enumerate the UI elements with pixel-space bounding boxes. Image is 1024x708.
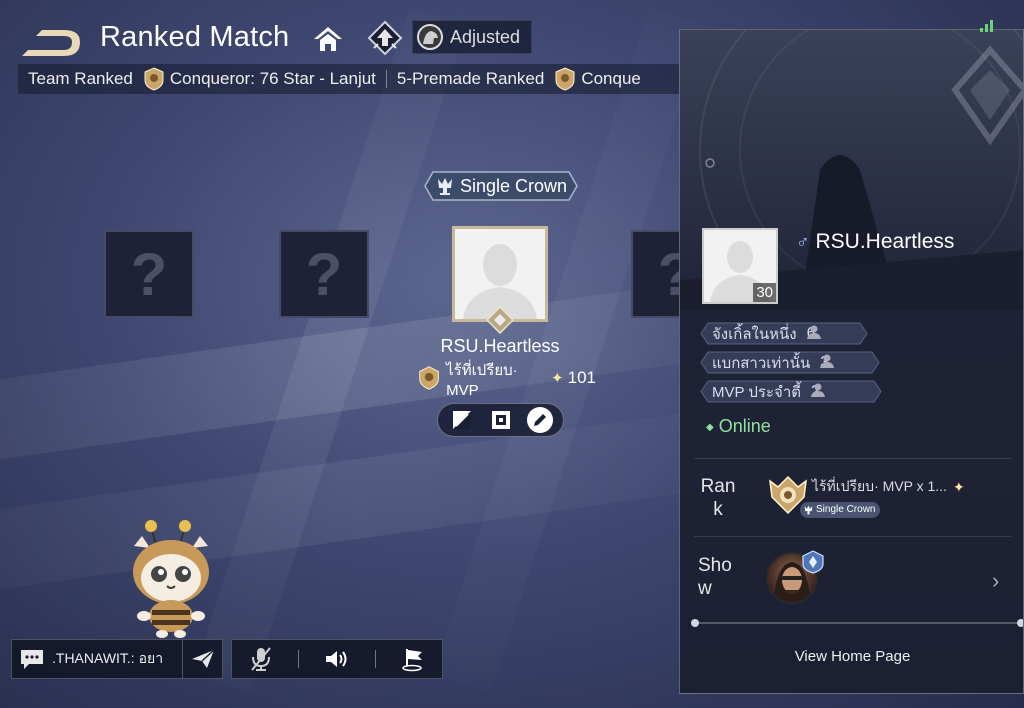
rank-summary-bar: Team Ranked Conqueror: 76 Star - Lanjut … [18,64,680,94]
question-mark-icon: ? [130,240,168,308]
signal-icon [980,20,993,32]
question-mark-icon: ? [305,240,343,308]
rank-text: ไร้ที่เปรียบ· MVP x 1... [812,478,947,494]
speaker-icon [325,651,347,667]
chat-button[interactable] [12,640,52,678]
tag-count: 2 [811,383,825,401]
crown-icon [804,505,813,515]
profile-name-row: ♂ RSU.Heartless [796,230,954,254]
profile-avatar[interactable]: 30 [702,228,778,304]
star-icon: ✦ [952,478,965,495]
rank-points: 101 [567,368,596,387]
show-label: Sho w [698,555,732,599]
skin-button[interactable] [449,407,475,433]
profile-panel: 30 ♂ RSU.Heartless จังเกิ้ลในหนึ่ง 6 แบก… [679,29,1024,694]
speaker-toggle[interactable] [317,641,357,677]
divider [374,650,376,668]
empty-slot[interactable]: ? [104,230,194,318]
profile-level: 30 [753,283,776,302]
status-dot-icon: ◆ [706,421,714,433]
flag-button[interactable] [393,641,433,677]
mastery-badge-icon [802,550,824,574]
online-status: ◆ Online [706,416,771,436]
home-icon [314,27,342,51]
slider-dot [691,619,699,627]
edit-icon [533,414,546,426]
player-actions [437,403,564,437]
divider [298,650,300,668]
chat-icon [21,650,43,669]
empty-slot[interactable]: ? [279,230,369,318]
adjusted-label: Adjusted [450,26,521,47]
mic-toggle[interactable] [241,641,281,677]
view-home-page-button[interactable]: View Home Page [680,648,1023,665]
crest-icon [419,366,439,390]
bullseye-icon [491,411,510,429]
send-button[interactable] [182,640,222,678]
mask-icon [452,411,471,429]
tag-label: MVP ประจำตี้ [712,383,801,401]
user-icon [811,383,825,397]
voice-controls [231,639,443,679]
rank-label: Ran k [700,476,736,520]
rank-info: ไร้ที่เปรียบ· MVP x 1... ✦ [812,476,965,498]
single-crown-tag: Single Crown [800,502,881,518]
tag-label: จังเกิ้ลในหนึ่ง [712,325,797,343]
rank-mode-button[interactable] [366,20,404,56]
crest-icon [555,67,575,91]
user-icon [820,354,835,368]
crest-icon [144,67,164,91]
tag-count: 3 [820,354,835,372]
team-rank-value: Conqueror: 76 Star - Lanjut [169,69,376,88]
mic-off-icon [251,647,271,671]
back-arrow-icon [22,30,80,56]
divider [694,458,1012,459]
profile-tag[interactable]: จังเกิ้ลในหนึ่ง 6 [700,322,868,345]
chat-message: .THANAWIT.: อยา [52,650,164,666]
star-icon: ✦ [551,370,564,387]
crown-label: Single Crown [459,175,568,196]
user-icon [806,325,821,339]
profile-tag[interactable]: MVP ประจำตี้ 2 [700,380,882,403]
page-title: Ranked Match [100,21,290,53]
flag-icon [402,649,423,672]
edit-button[interactable] [526,407,553,433]
player-rank: ไร้ที่เปรียบ· MVP ✦ 101 [416,362,596,399]
back-button[interactable] [18,22,86,62]
crown-icon [437,178,452,195]
slider-dot [1017,619,1023,627]
emblem-button[interactable] [488,407,514,433]
home-button[interactable] [312,24,344,54]
chevron-right-icon[interactable]: › [992,568,999,594]
adjusted-tag[interactable]: Adjusted [412,20,532,54]
profile-name: RSU.Heartless [815,230,955,253]
male-icon: ♂ [796,231,810,252]
divider-slider [691,619,1023,627]
premade-rank-value: Conque [581,69,641,88]
premade-ranked-label: 5-Premade Ranked [396,69,545,88]
hero-avatar-icon [417,24,443,50]
tag-label: แบกสาวเท่านั้น [712,354,811,372]
pet-avatar[interactable] [128,516,214,640]
rank-title: ไร้ที่เปรียบ· MVP [446,361,518,399]
tag-count: 6 [806,325,821,343]
team-ranked-label: Team Ranked [28,69,133,88]
player-name: RSU.Heartless [440,336,560,356]
divider [694,536,1012,537]
rank-diamond-icon [486,306,514,334]
chat-box[interactable]: .THANAWIT.: อยา [11,639,223,679]
send-icon [191,649,215,668]
single-crown-banner: Single Crown [423,170,579,202]
divider [385,70,387,88]
profile-tag[interactable]: แบกสาวเท่านั้น 3 [700,351,880,374]
rank-mode-icon [367,20,403,56]
